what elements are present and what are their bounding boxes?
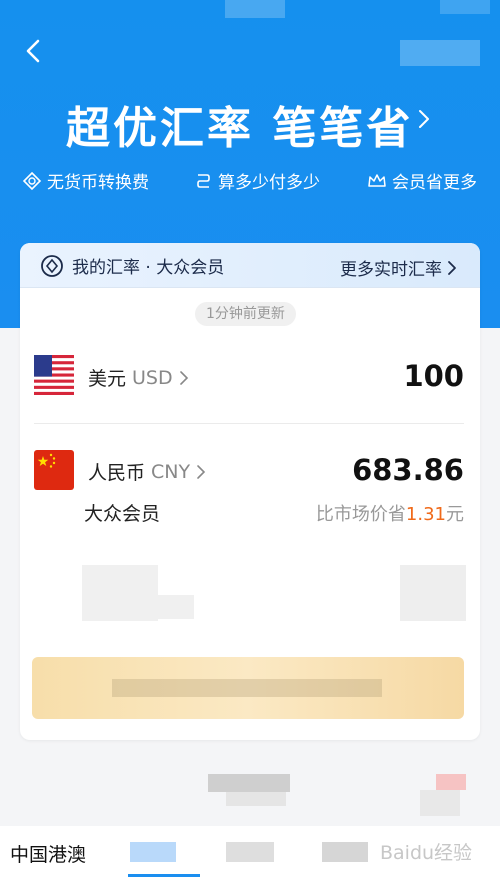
divider [34,423,464,424]
from-currency-row[interactable]: 美元 USD 100 [20,347,480,407]
blurred-area [436,774,466,790]
blurred-area [150,595,194,619]
updated-badge: 1分钟前更新 [195,302,296,326]
perk-list: 无货币转换费 算多少付多少 会员省更多 [0,168,500,196]
blurred-area [400,565,466,621]
chevron-right-icon [179,370,188,385]
chevron-left-icon [26,39,40,63]
crown-icon [368,173,386,187]
tab-hk-macau[interactable]: 中国港澳 [10,840,86,867]
tab-item[interactable] [226,842,274,862]
rate-card: 我的汇率 · 大众会员 更多实时汇率 1分钟前更新 美元 USD 100 人民币… [20,243,480,740]
tab-item[interactable] [322,842,368,862]
saving-amount: 1.31 [405,504,446,525]
blurred-area [440,0,490,14]
promo-banner[interactable] [32,657,464,719]
chevron-right-icon [197,464,206,479]
blurred-area [226,792,286,806]
saving-text: 比市场价省1.31元 [315,504,464,525]
rate-card-title: 我的汇率 · 大众会员 [40,253,224,278]
watermark: Baidu经验 [380,842,473,864]
chevron-right-icon [448,260,456,275]
blurred-area [112,679,382,697]
to-currency-selector[interactable]: 人民币 CNY [88,458,206,485]
to-amount: 683.86 [352,453,464,487]
exchange-icon [22,171,42,190]
chevron-right-icon[interactable] [414,106,434,132]
from-currency-selector[interactable]: 美元 USD [88,364,189,391]
from-amount[interactable]: 100 [403,359,464,393]
perk-item: 无货币转换费 [22,168,149,193]
cn-flag-icon [34,450,74,490]
tab-active[interactable] [130,842,176,862]
perk-item: 算多少付多少 [193,168,320,193]
blurred-area [225,0,285,18]
us-flag-icon [34,355,74,395]
more-rates-link[interactable]: 更多实时汇率 [340,255,458,280]
headline: 超优汇率 笔笔省 [66,103,414,154]
blurred-area [208,774,290,792]
rate-badge-icon [41,254,63,277]
back-button[interactable] [18,36,48,66]
blurred-area [420,790,460,816]
rate-card-header: 我的汇率 · 大众会员 更多实时汇率 [20,243,480,288]
blurred-area [400,40,480,66]
to-currency-row[interactable]: 人民币 CNY 683.86 大众会员 比市场价省1.31元 [20,443,480,533]
member-level-label: 大众会员 [84,503,161,525]
blurred-area [82,565,158,621]
calculate-icon [197,173,210,188]
region-tab-bar: 中国港澳 Baidu经验 [0,826,500,889]
perk-item: 会员省更多 [367,168,477,193]
tab-indicator [128,874,200,877]
